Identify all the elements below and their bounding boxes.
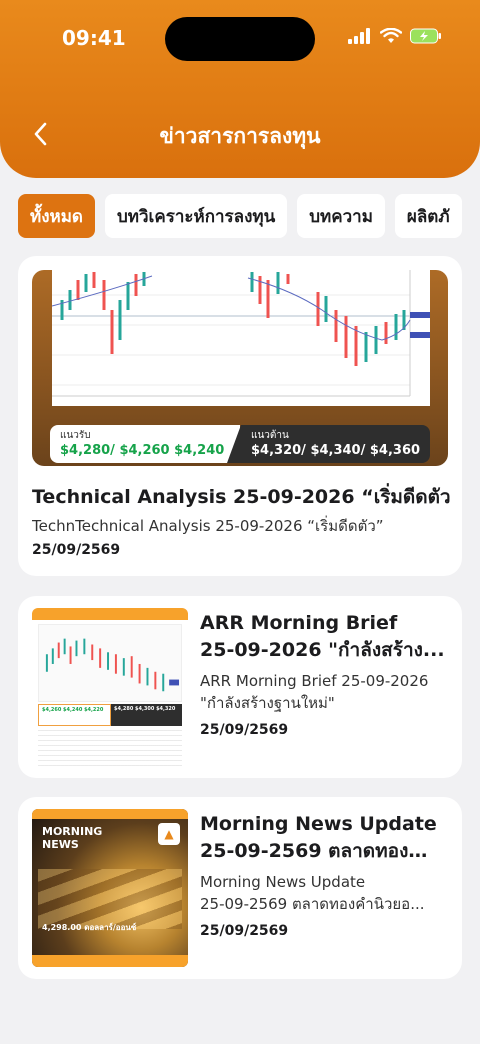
- dynamic-island: [165, 17, 315, 61]
- article-title: Technical Analysis 25-09-2026 “เริ่มดีดต…: [32, 486, 452, 508]
- page-title: ข่าวสารการลงทุน: [159, 124, 321, 148]
- article-date: 25/09/2569: [200, 923, 289, 939]
- thumbnail-support-values: $4,260 $4,240 $4,220: [42, 707, 104, 713]
- tab-investment-analysis[interactable]: บทวิเคราะห์การลงทุน: [104, 194, 288, 238]
- article-card[interactable]: $4,260 $4,240 $4,220 $4,280 $4,300 $4,32…: [18, 596, 462, 778]
- thumbnail-header-bar: [32, 809, 188, 819]
- price-chart-image: [38, 624, 182, 702]
- category-tabs: ทั้งหมด บทวิเคราะห์การลงทุน บทความ ผลิตภ…: [18, 194, 480, 240]
- signal-icon: [348, 28, 370, 44]
- article-date: 25/09/2569: [200, 722, 289, 738]
- tab-all[interactable]: ทั้งหมด: [18, 194, 95, 238]
- article-title-line: 25-09-2026 "กำลังสร้าง...: [200, 639, 445, 661]
- price-chart-image: [52, 270, 430, 406]
- article-date: 25/09/2569: [32, 542, 121, 558]
- article-card[interactable]: แนวรับ $4,280/ $4,260 $4,240 แนวต้าน $4,…: [18, 256, 462, 576]
- article-description: TechnTechnical Analysis 25-09-2026 “เริ่…: [32, 517, 384, 535]
- thumbnail-text-block: [38, 730, 182, 766]
- article-description-line: Morning News Update: [200, 873, 366, 891]
- article-title-line: Morning News Update: [200, 813, 437, 835]
- thumbnail-resistance-values: $4,280 $4,300 $4,320: [114, 706, 176, 712]
- article-title: Morning News Update 25-09-2569 ตลาดทองคำ…: [200, 811, 450, 865]
- support-values: $4,280/ $4,260 $4,240: [60, 443, 225, 458]
- article-card[interactable]: MORNING NEWS ▲ 4,298.00 ดอลลาร์/ออนซ์ Mo…: [18, 797, 462, 979]
- support-levels: แนวรับ $4,280/ $4,260 $4,240: [50, 425, 240, 463]
- resistance-label: แนวต้าน: [251, 430, 289, 441]
- app-header: 09:41 ข่าวสารการลงทุน: [0, 0, 480, 178]
- status-icons: [348, 28, 442, 44]
- thumbnail-price: 4,298.00 ดอลลาร์/ออนซ์: [42, 923, 137, 932]
- battery-charging-icon: [410, 28, 441, 44]
- article-thumbnail: แนวรับ $4,280/ $4,260 $4,240 แนวต้าน $4,…: [32, 270, 448, 466]
- support-label: แนวรับ: [60, 430, 91, 441]
- article-title: ARR Morning Brief 25-09-2026 "กำลังสร้าง…: [200, 610, 450, 664]
- article-description-line: ARR Morning Brief 25-09-2026: [200, 672, 429, 690]
- resistance-levels: แนวต้าน $4,320/ $4,340/ $4,360: [227, 425, 430, 463]
- article-description: ARR Morning Brief 25-09-2026 "กำลังสร้าง…: [200, 670, 450, 714]
- thumbnail-header-bar: [32, 608, 188, 620]
- article-description-line: 25-09-2569 ตลาดทองคำนิวยอ...: [200, 895, 425, 913]
- thumbnail-footer-bar: [32, 955, 188, 967]
- tab-articles[interactable]: บทความ: [297, 194, 385, 238]
- thumbnail-heading: MORNING NEWS: [42, 825, 103, 851]
- article-thumbnail: MORNING NEWS ▲ 4,298.00 ดอลลาร์/ออนซ์: [32, 809, 188, 967]
- article-thumbnail: $4,260 $4,240 $4,220 $4,280 $4,300 $4,32…: [32, 608, 188, 766]
- wifi-icon: [380, 28, 402, 43]
- resistance-values: $4,320/ $4,340/ $4,360: [251, 443, 421, 458]
- status-time: 09:41: [62, 26, 126, 50]
- thumbnail-levels: $4,260 $4,240 $4,220 $4,280 $4,300 $4,32…: [38, 704, 182, 726]
- tab-products[interactable]: ผลิตภั: [394, 194, 462, 238]
- brand-logo-icon: ▲: [158, 823, 180, 845]
- article-description-line: "กำลังสร้างฐานใหม่": [200, 694, 335, 712]
- article-description: Morning News Update 25-09-2569 ตลาดทองคำ…: [200, 871, 450, 915]
- article-title-line: 25-09-2569 ตลาดทองคำ...: [200, 840, 450, 862]
- article-title-line: ARR Morning Brief: [200, 612, 398, 634]
